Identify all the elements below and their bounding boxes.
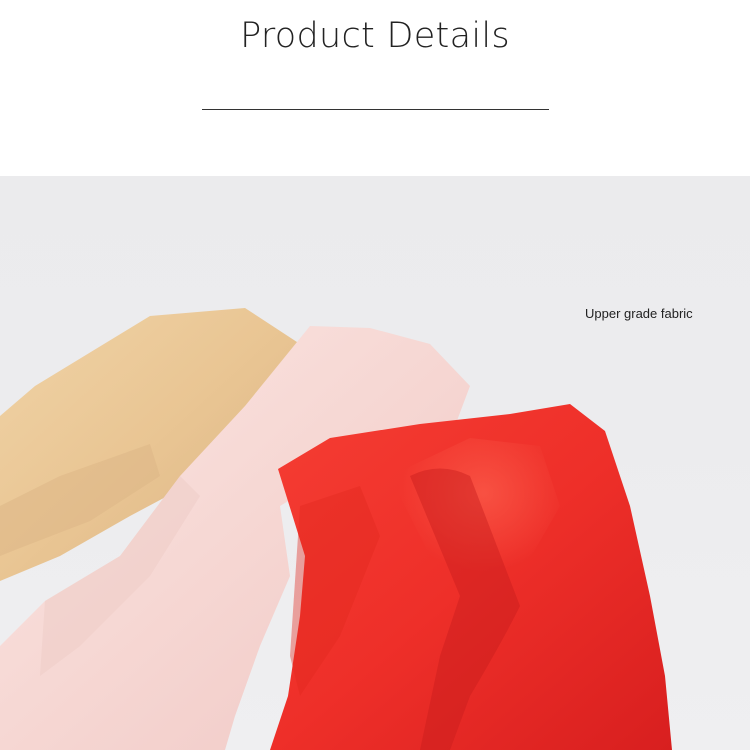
fabric-illustration xyxy=(0,308,672,750)
section-header: Product Details xyxy=(0,0,750,176)
fabric-photo: Upper grade fabric xyxy=(0,176,750,750)
page-title: Product Details xyxy=(240,16,510,56)
product-details-page: Product Details Upper grade fabric xyxy=(0,0,750,750)
title-divider xyxy=(202,109,549,110)
fabric-caption: Upper grade fabric xyxy=(585,306,693,321)
